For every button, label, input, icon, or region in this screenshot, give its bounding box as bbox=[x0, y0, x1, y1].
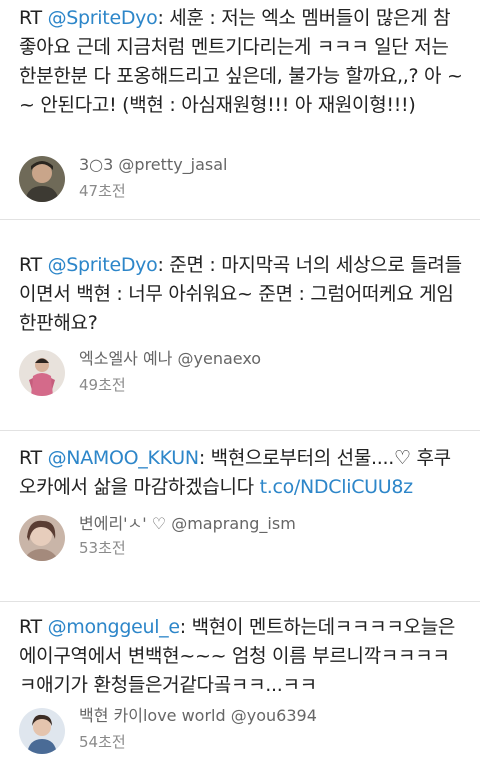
timestamp: 54초전 bbox=[79, 733, 126, 751]
user-line[interactable]: 백현 카이love world @you6394 bbox=[79, 706, 317, 726]
display-name: 백현 카이love world bbox=[79, 706, 226, 725]
timestamp: 53초전 bbox=[79, 539, 126, 557]
user-handle: @you6394 bbox=[230, 706, 317, 725]
display-name: 변에리'ㅅ' ♡ bbox=[79, 514, 167, 533]
tweet-item[interactable]: RT @SpriteDyo: 세훈 : 저는 엑소 멤버들이 많은게 참 좋아요… bbox=[0, 0, 480, 220]
tweet-text: RT @monggeul_e: 백현이 멘트하는데ㅋㅋㅋㅋ오늘은 에이구역에서 … bbox=[19, 616, 456, 696]
user-handle: @yenaexo bbox=[177, 349, 262, 368]
tweet-text: RT @NAMOO_KKUN: 백현으로부터의 선물....♡ 후쿠오카에서 삶… bbox=[19, 447, 451, 498]
user-line[interactable]: 변에리'ㅅ' ♡ @maprang_ism bbox=[79, 514, 296, 534]
timestamp: 49초전 bbox=[79, 376, 126, 394]
avatar[interactable] bbox=[19, 708, 65, 754]
avatar[interactable] bbox=[19, 156, 65, 202]
tweet-text: RT @SpriteDyo: 준면 : 마지막곡 너의 세상으로 들려들이면서 … bbox=[19, 254, 462, 334]
user-handle: @maprang_ism bbox=[171, 514, 296, 533]
tweet-item[interactable]: RT @SpriteDyo: 준면 : 마지막곡 너의 세상으로 들려들이면서 … bbox=[0, 220, 480, 431]
tweet-item[interactable]: RT @NAMOO_KKUN: 백현으로부터의 선물....♡ 후쿠오카에서 삶… bbox=[0, 431, 480, 602]
url-link[interactable]: t.co/NDCliCUU8z bbox=[260, 476, 414, 498]
mention-link[interactable]: @SpriteDyo bbox=[48, 254, 158, 276]
user-handle: @pretty_jasal bbox=[118, 155, 228, 174]
avatar[interactable] bbox=[19, 515, 65, 561]
user-line[interactable]: 엑소엘사 예나 @yenaexo bbox=[79, 349, 261, 369]
mention-link[interactable]: @NAMOO_KKUN bbox=[48, 447, 200, 469]
avatar[interactable] bbox=[19, 350, 65, 396]
mention-link[interactable]: @monggeul_e bbox=[48, 616, 181, 638]
display-name: 3○3 bbox=[79, 155, 114, 174]
timestamp: 47초전 bbox=[79, 182, 126, 200]
tweet-item[interactable]: RT @monggeul_e: 백현이 멘트하는데ㅋㅋㅋㅋ오늘은 에이구역에서 … bbox=[0, 602, 480, 758]
display-name: 엑소엘사 예나 bbox=[79, 349, 173, 368]
tweet-timeline: RT @SpriteDyo: 세훈 : 저는 엑소 멤버들이 많은게 참 좋아요… bbox=[0, 0, 480, 758]
mention-link[interactable]: @SpriteDyo bbox=[48, 7, 158, 29]
user-line[interactable]: 3○3 @pretty_jasal bbox=[79, 155, 228, 175]
tweet-text: RT @SpriteDyo: 세훈 : 저는 엑소 멤버들이 많은게 참 좋아요… bbox=[19, 7, 463, 116]
